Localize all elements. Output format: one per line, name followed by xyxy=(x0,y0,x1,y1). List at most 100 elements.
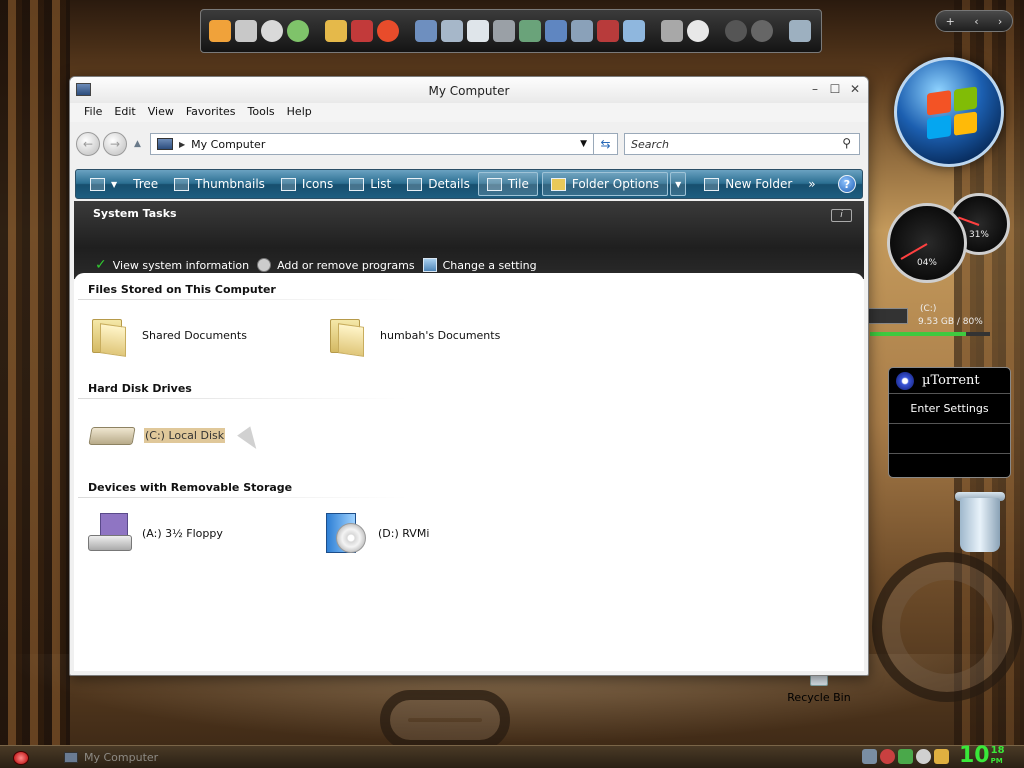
video-editor-icon[interactable] xyxy=(235,20,257,42)
address-bar[interactable]: ▶ My Computer ▼ xyxy=(150,133,594,155)
menu-help[interactable]: Help xyxy=(281,103,318,122)
clock[interactable]: 10 18 PM xyxy=(959,744,1005,768)
tree-button[interactable]: Tree xyxy=(125,172,166,196)
start-button[interactable] xyxy=(13,751,29,765)
security-tray-icon[interactable] xyxy=(880,749,895,764)
archive-icon[interactable] xyxy=(351,20,373,42)
section-divider xyxy=(78,299,408,300)
back-button[interactable]: ← xyxy=(76,132,100,156)
minimize-button[interactable]: – xyxy=(808,82,822,96)
volume-icon[interactable] xyxy=(751,20,773,42)
tools-icon[interactable] xyxy=(493,20,515,42)
breadcrumb-chevron-icon[interactable]: ▶ xyxy=(179,140,185,149)
removable-storage-header: Devices with Removable Storage xyxy=(88,481,293,494)
desktop-wallpaper-wheel xyxy=(872,552,1022,702)
update-tray-icon[interactable] xyxy=(898,749,913,764)
prev-icon[interactable]: ‹ xyxy=(974,15,978,28)
folder-options-button[interactable]: Folder Options xyxy=(541,172,669,196)
change-setting-link[interactable]: Change a setting xyxy=(422,258,537,272)
drive-gadget-usage: 9.53 GB / 80% xyxy=(918,317,983,327)
system-tasks-panel: System Tasks i ✓ View system information… xyxy=(74,201,864,279)
shared-documents-item[interactable]: Shared Documents xyxy=(88,315,247,357)
spreadsheet-icon[interactable] xyxy=(519,20,541,42)
menu-favorites[interactable]: Favorites xyxy=(180,103,242,122)
paint-icon[interactable] xyxy=(325,20,347,42)
sync-tray-icon[interactable] xyxy=(916,749,931,764)
control-panel-icon[interactable] xyxy=(661,20,683,42)
power-icon[interactable] xyxy=(725,20,747,42)
file-list-area: Files Stored on This Computer Shared Doc… xyxy=(74,273,864,671)
toolbox-icon[interactable] xyxy=(597,20,619,42)
menu-tools[interactable]: Tools xyxy=(242,103,281,122)
network-tray-icon[interactable] xyxy=(862,749,877,764)
utorrent-header: µTorrent xyxy=(889,368,1010,394)
floppy-a-item[interactable]: (A:) 3½ Floppy xyxy=(86,513,223,553)
new-folder-button[interactable]: New Folder xyxy=(696,172,800,196)
desktop-wallpaper-wheel xyxy=(380,690,510,750)
volume-tray-icon[interactable] xyxy=(934,749,949,764)
navigation-bar: ← → ▲ ▶ My Computer ▼ ⇆ ⚲ xyxy=(76,130,862,158)
desktop-curtain-left xyxy=(0,0,70,745)
title-bar: My Computer – ☐ ✕ xyxy=(70,77,868,103)
icons-button[interactable]: Icons xyxy=(273,172,341,196)
maximize-button[interactable]: ☐ xyxy=(828,82,842,96)
view-system-info-link[interactable]: ✓ View system information xyxy=(95,257,249,273)
taskbar-item-my-computer[interactable]: My Computer xyxy=(58,748,178,767)
add-gadget-icon[interactable]: + xyxy=(946,15,955,28)
close-button[interactable]: ✕ xyxy=(848,82,862,96)
folder-icon xyxy=(326,315,366,357)
windows-orb-icon[interactable] xyxy=(894,57,1004,167)
details-button[interactable]: Details xyxy=(399,172,478,196)
trash-icon[interactable] xyxy=(789,20,811,42)
view-menu-button[interactable]: ▼ xyxy=(82,172,125,196)
drive-usage-bar xyxy=(870,332,990,336)
forward-button[interactable]: → xyxy=(103,132,127,156)
window-manager-icon[interactable] xyxy=(623,20,645,42)
info-icon[interactable]: i xyxy=(831,209,852,222)
thumbnails-button[interactable]: Thumbnails xyxy=(166,172,273,196)
recycle-bin-gadget-icon[interactable] xyxy=(955,492,1005,554)
next-icon[interactable]: › xyxy=(998,15,1002,28)
hard-drive-icon xyxy=(88,421,136,449)
cd-drive-d-item[interactable]: (D:) RVMi xyxy=(324,509,429,557)
humbah-documents-item[interactable]: humbah's Documents xyxy=(326,315,500,357)
desktop-icon-label: Recycle Bin xyxy=(787,691,851,704)
refresh-button[interactable]: ⇆ xyxy=(594,133,618,155)
tree-label: Tree xyxy=(133,177,159,191)
utorrent-settings-button[interactable]: Enter Settings xyxy=(889,394,1010,424)
programs-icon xyxy=(257,258,272,272)
browser-icon[interactable] xyxy=(377,20,399,42)
menu-file[interactable]: File xyxy=(78,103,108,122)
clock-ampm: PM xyxy=(990,757,1003,765)
menu-view[interactable]: View xyxy=(142,103,180,122)
tile-button[interactable]: Tile xyxy=(477,172,538,196)
search-icon[interactable]: ⚲ xyxy=(842,136,851,150)
sidebar-controls: + ‹ › xyxy=(935,10,1013,32)
menu-edit[interactable]: Edit xyxy=(108,103,141,122)
notepad-icon[interactable] xyxy=(467,20,489,42)
local-disk-c-item[interactable]: (C:) Local Disk xyxy=(88,421,226,449)
menu-bar: File Edit View Favorites Tools Help xyxy=(70,103,868,122)
more-commands-button[interactable]: » xyxy=(800,172,823,196)
folder-options-dropdown[interactable]: ▼ xyxy=(670,172,687,196)
help-icon[interactable]: ? xyxy=(838,175,856,193)
list-button[interactable]: List xyxy=(341,172,399,196)
disc-burner-icon[interactable] xyxy=(287,20,309,42)
taskbar-item-label: My Computer xyxy=(84,751,159,764)
search-input[interactable] xyxy=(631,137,821,151)
calendar-icon[interactable] xyxy=(545,20,567,42)
document-icon[interactable] xyxy=(441,20,463,42)
tile-label: Tile xyxy=(507,177,529,191)
cpu-gauge-value: 04% xyxy=(916,258,937,268)
details-label: Details xyxy=(428,177,470,191)
recent-pages-icon[interactable]: ▲ xyxy=(134,139,146,149)
calculator-icon[interactable] xyxy=(571,20,593,42)
media-player-icon[interactable] xyxy=(209,20,231,42)
address-text: My Computer xyxy=(191,137,266,151)
item-label: (D:) RVMi xyxy=(378,526,430,540)
network-icon[interactable] xyxy=(415,20,437,42)
address-dropdown-icon[interactable]: ▼ xyxy=(580,139,587,149)
windows-logo-icon[interactable] xyxy=(687,20,709,42)
add-remove-programs-link[interactable]: Add or remove programs xyxy=(257,258,415,272)
flash-icon[interactable] xyxy=(261,20,283,42)
